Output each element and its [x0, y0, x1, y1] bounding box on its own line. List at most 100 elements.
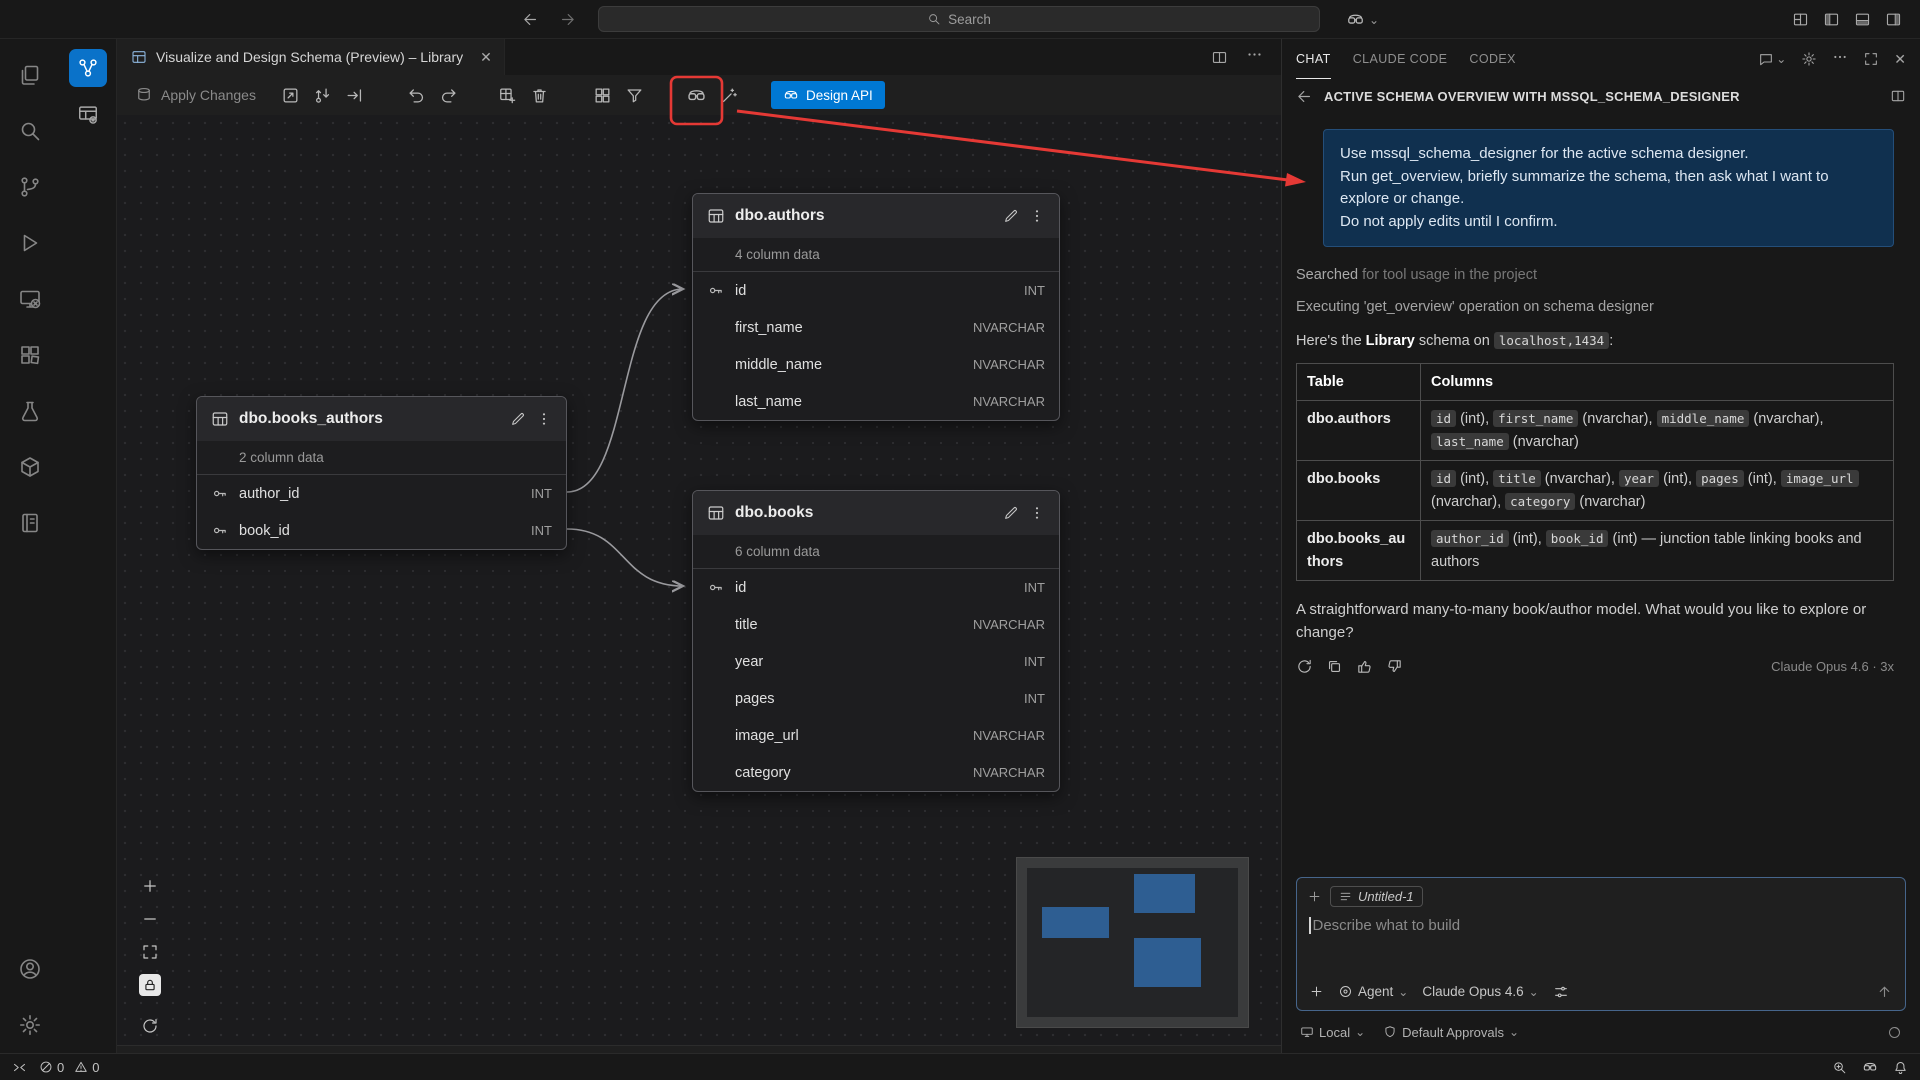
zoom-in-button[interactable]	[139, 875, 161, 897]
table-card-books[interactable]: dbo.books 6 column data idINTtitleNVARCH…	[692, 490, 1060, 792]
regenerate-icon[interactable]	[1296, 658, 1313, 675]
add-table-icon[interactable]	[494, 82, 520, 108]
thumbs-up-icon[interactable]	[1356, 658, 1373, 675]
table-more-icon[interactable]	[536, 411, 552, 427]
activity-testing[interactable]	[0, 383, 59, 439]
activity-settings[interactable]	[0, 997, 59, 1053]
environment-dropdown[interactable]: Local ⌄	[1300, 1025, 1365, 1040]
chat-close-icon[interactable]: ✕	[1894, 51, 1906, 68]
copy-icon[interactable]	[1326, 658, 1343, 675]
error-count: 0	[57, 1060, 64, 1075]
back-button[interactable]	[522, 11, 539, 28]
edit-table-icon[interactable]	[1003, 505, 1019, 521]
editor-more-actions-icon[interactable]	[1246, 46, 1263, 68]
open-changes-icon[interactable]	[277, 82, 303, 108]
activity-explorer[interactable]	[0, 47, 59, 103]
schema-canvas[interactable]: dbo.authors 4 column data idINTfirst_nam…	[117, 115, 1281, 1045]
minimap[interactable]	[1016, 857, 1249, 1028]
zoom-out-button[interactable]	[139, 908, 161, 930]
chat-maximize-icon[interactable]	[1863, 51, 1879, 67]
send-button[interactable]	[1876, 983, 1893, 1000]
activity-extensions[interactable]	[0, 327, 59, 383]
close-tab-icon[interactable]: ✕	[480, 49, 492, 66]
fit-view-button[interactable]	[139, 941, 161, 963]
chat-settings-icon[interactable]	[1801, 51, 1817, 67]
column-row-last_name[interactable]: last_nameNVARCHAR	[693, 383, 1059, 420]
column-row-id[interactable]: idINT	[693, 272, 1059, 309]
chat-session-title: ACTIVE SCHEMA OVERVIEW WITH MSSQL_SCHEMA…	[1324, 89, 1879, 104]
column-row-id[interactable]: idINT	[693, 569, 1059, 606]
customize-layout-icon[interactable]	[1792, 11, 1809, 28]
column-row-category[interactable]: categoryNVARCHAR	[693, 754, 1059, 791]
activity-run-debug[interactable]	[0, 215, 59, 271]
export-diagram-icon[interactable]	[341, 82, 367, 108]
table-more-icon[interactable]	[1029, 208, 1045, 224]
chat-more-icon[interactable]	[1832, 49, 1848, 70]
table-card-books-authors[interactable]: dbo.books_authors 2 column data author_i…	[196, 396, 567, 550]
design-api-button[interactable]: Design API	[771, 81, 885, 109]
apply-changes-button[interactable]: Apply Changes	[135, 86, 256, 104]
delete-table-icon[interactable]	[526, 82, 552, 108]
table-more-icon[interactable]	[1029, 505, 1045, 521]
refresh-layout-button[interactable]	[139, 1015, 161, 1037]
copilot-menu-button[interactable]: ⌄	[1340, 7, 1385, 32]
model-picker-dropdown[interactable]: Claude Opus 4.6 ⌄	[1422, 984, 1538, 999]
assistant-intro-line: Here's the Library schema on localhost,1…	[1296, 333, 1906, 349]
edit-table-icon[interactable]	[510, 411, 526, 427]
session-progress-icon[interactable]	[1887, 1025, 1902, 1040]
command-center-search[interactable]: Search	[598, 6, 1320, 32]
context-file-chip[interactable]: Untitled-1	[1330, 886, 1423, 907]
table-card-authors[interactable]: dbo.authors 4 column data idINTfirst_nam…	[692, 193, 1060, 421]
activity-search[interactable]	[0, 103, 59, 159]
column-row-image_url[interactable]: image_urlNVARCHAR	[693, 717, 1059, 754]
filter-icon[interactable]	[621, 82, 647, 108]
schema-designer-button[interactable]	[69, 49, 107, 87]
column-row-middle_name[interactable]: middle_nameNVARCHAR	[693, 346, 1059, 383]
toggle-primary-sidebar-icon[interactable]	[1823, 11, 1840, 28]
remote-indicator[interactable]	[12, 1060, 27, 1075]
attach-icon[interactable]	[1309, 984, 1324, 999]
editor-tab-schema-designer[interactable]: Visualize and Design Schema (Preview) – …	[117, 39, 505, 75]
copilot-schema-icon[interactable]	[683, 82, 709, 108]
split-editor-icon[interactable]	[1211, 49, 1228, 66]
chat-tab-claude-code[interactable]: CLAUDE CODE	[1353, 39, 1448, 79]
approvals-dropdown[interactable]: Default Approvals ⌄	[1383, 1025, 1519, 1040]
activity-source-control[interactable]	[0, 159, 59, 215]
chat-tab-chat[interactable]: CHAT	[1296, 39, 1331, 79]
column-row-title[interactable]: titleNVARCHAR	[693, 606, 1059, 643]
chat-prompt-input[interactable]: Describe what to build	[1297, 907, 1905, 977]
chat-tab-codex[interactable]: CODEX	[1469, 39, 1515, 79]
column-row-year[interactable]: yearINT	[693, 643, 1059, 680]
sparkle-wand-icon[interactable]	[716, 82, 742, 108]
activity-remote-explorer[interactable]	[0, 271, 59, 327]
redo-icon[interactable]	[435, 82, 461, 108]
notifications-bell-icon[interactable]	[1893, 1060, 1908, 1075]
column-row-book_id[interactable]: book_idINT	[197, 512, 566, 549]
copilot-status-icon[interactable]	[1862, 1059, 1878, 1075]
add-context-icon[interactable]	[1307, 889, 1322, 904]
auto-layout-icon[interactable]	[589, 82, 615, 108]
problems-button[interactable]: 0 0	[39, 1060, 99, 1075]
edit-table-icon[interactable]	[1003, 208, 1019, 224]
activity-accounts[interactable]	[0, 941, 59, 997]
forward-button[interactable]	[559, 11, 576, 28]
open-session-in-editor-icon[interactable]	[1890, 88, 1906, 104]
chat-back-icon[interactable]	[1296, 88, 1313, 105]
table-designer-button[interactable]	[69, 95, 107, 133]
tools-config-icon[interactable]	[1553, 984, 1569, 1000]
column-row-first_name[interactable]: first_nameNVARCHAR	[693, 309, 1059, 346]
undo-icon[interactable]	[403, 82, 429, 108]
activity-notebooks[interactable]	[0, 495, 59, 551]
lock-canvas-button[interactable]	[139, 974, 161, 996]
column-row-pages[interactable]: pagesINT	[693, 680, 1059, 717]
chat-mode-dropdown[interactable]: ⌄	[1758, 51, 1786, 67]
column-row-author_id[interactable]: author_idINT	[197, 475, 566, 512]
agent-mode-dropdown[interactable]: Agent ⌄	[1338, 984, 1408, 999]
push-changes-icon[interactable]	[309, 82, 335, 108]
toggle-secondary-sidebar-icon[interactable]	[1885, 11, 1902, 28]
toggle-panel-icon[interactable]	[1854, 11, 1871, 28]
activity-database-projects[interactable]	[0, 439, 59, 495]
zoom-status-icon[interactable]	[1832, 1060, 1847, 1075]
chat-input-box[interactable]: Untitled-1 Describe what to build Agent …	[1296, 877, 1906, 1011]
thumbs-down-icon[interactable]	[1386, 658, 1403, 675]
